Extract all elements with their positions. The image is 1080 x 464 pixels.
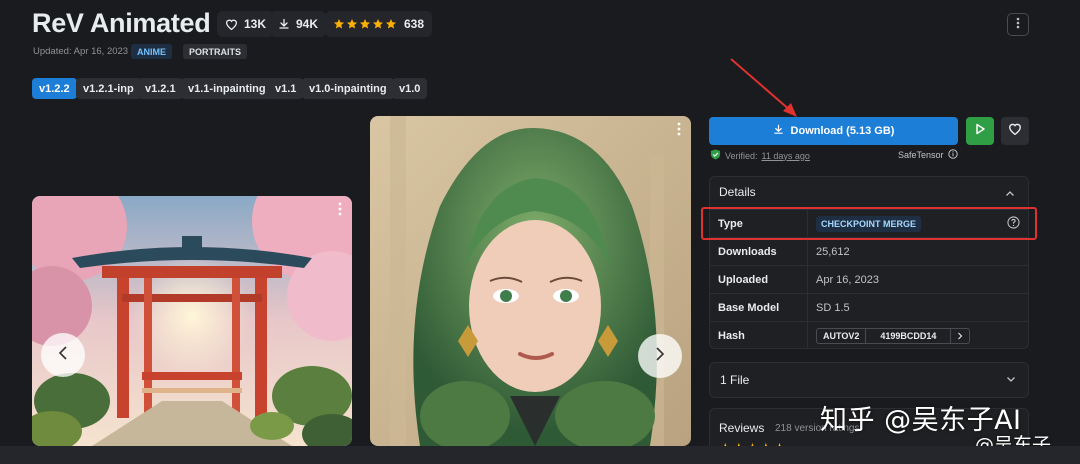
torii-gate-illustration [32, 196, 352, 446]
safetensor-label: SafeTensor [898, 150, 944, 160]
download-icon [278, 18, 290, 30]
detail-value: Apr 16, 2023 [816, 273, 879, 286]
star-icon [386, 19, 396, 29]
reviews-title: Reviews [719, 421, 765, 435]
version-chip-v1.1-inpainting[interactable]: v1.1-inpainting [181, 78, 273, 99]
verified-label: Verified: [725, 150, 758, 161]
details-header[interactable] [709, 176, 1029, 208]
download-label: Download (5.13 GB) [790, 125, 895, 137]
updated-date: Updated: Apr 16, 2023 [33, 46, 129, 57]
shield-check-icon [710, 149, 721, 162]
verified-time-link[interactable]: 11 days ago [762, 151, 810, 161]
version-chip-v1.1[interactable]: v1.1 [268, 78, 304, 99]
chevron-left-icon [58, 345, 68, 365]
detail-key: Hash [710, 322, 808, 349]
star-icon [360, 19, 370, 29]
annotation-arrow [730, 58, 797, 117]
kebab-menu-icon [1016, 16, 1020, 34]
chevron-down-icon [1006, 373, 1016, 387]
details-row-uploaded: Uploaded Apr 16, 2023 [710, 265, 1028, 293]
detail-key: Uploaded [710, 266, 808, 293]
annotation-highlight-box [701, 207, 1037, 240]
verified-status: Verified: 11 days ago [710, 149, 810, 162]
details-row-base-model: Base Model SD 1.5 [710, 293, 1028, 321]
next-image-button[interactable] [638, 334, 682, 378]
info-icon[interactable] [947, 149, 958, 161]
heart-icon [225, 18, 238, 30]
green-hair-portrait-illustration [370, 116, 691, 446]
version-chip-v1.2.1[interactable]: v1.2.1 [138, 78, 183, 99]
more-menu-button[interactable] [1007, 13, 1029, 36]
likes-stat[interactable]: 13K [217, 11, 275, 37]
chevron-right-icon[interactable] [950, 328, 969, 343]
downloads-stat: 94K [270, 11, 327, 37]
version-chip-v1.0-inpainting[interactable]: v1.0-inpainting [302, 78, 394, 99]
files-accordion[interactable]: 1 File [709, 362, 1029, 398]
hash-selector[interactable]: AUTOV2 4199BCDD14 [816, 327, 971, 344]
kebab-menu-icon[interactable] [677, 122, 681, 141]
hash-value[interactable]: 4199BCDD14 [865, 328, 950, 343]
star-icon [373, 19, 383, 29]
tag-portraits[interactable]: PORTRAITS [183, 44, 248, 59]
kebab-menu-icon[interactable] [338, 202, 342, 221]
chevron-right-icon [655, 346, 665, 366]
star-icon [334, 19, 344, 29]
version-chip-v1.2.1-inp[interactable]: v1.2.1-inp [76, 78, 141, 99]
rating-count: 638 [404, 17, 425, 31]
detail-value: SD 1.5 [816, 301, 850, 314]
play-icon [974, 122, 986, 140]
bottom-bar [0, 446, 1080, 464]
details-title: Details [719, 185, 756, 199]
details-row-hash: Hash AUTOV2 4199BCDD14 [710, 321, 1028, 349]
model-title: ReV Animated [32, 8, 211, 38]
detail-key: Downloads [710, 238, 808, 265]
favorite-button[interactable] [1001, 117, 1029, 145]
files-label: 1 File [720, 373, 750, 387]
details-row-downloads: Downloads 25,612 [710, 237, 1028, 265]
downloads-count: 94K [296, 17, 319, 31]
gallery-image-torii[interactable] [32, 196, 352, 446]
version-chip-v1.2.2[interactable]: v1.2.2 [32, 78, 77, 99]
prev-image-button[interactable] [41, 333, 85, 377]
heart-icon [1008, 122, 1022, 140]
detail-value: 25,612 [816, 245, 850, 258]
hash-type[interactable]: AUTOV2 [817, 329, 865, 343]
star-icon [347, 19, 357, 29]
download-icon [773, 124, 784, 138]
gallery-image-portrait[interactable] [370, 116, 691, 446]
rating-stat[interactable]: 638 [325, 11, 433, 37]
version-chip-v1.0[interactable]: v1.0 [392, 78, 428, 99]
likes-count: 13K [244, 17, 267, 31]
download-button[interactable]: Download (5.13 GB) [709, 117, 958, 145]
rating-stars [333, 18, 397, 30]
tag-anime[interactable]: ANIME [131, 44, 172, 59]
run-button[interactable] [966, 117, 994, 145]
chevron-up-icon[interactable] [1005, 186, 1015, 204]
safetensor-format: SafeTensor [898, 149, 958, 161]
detail-key: Base Model [710, 294, 808, 321]
